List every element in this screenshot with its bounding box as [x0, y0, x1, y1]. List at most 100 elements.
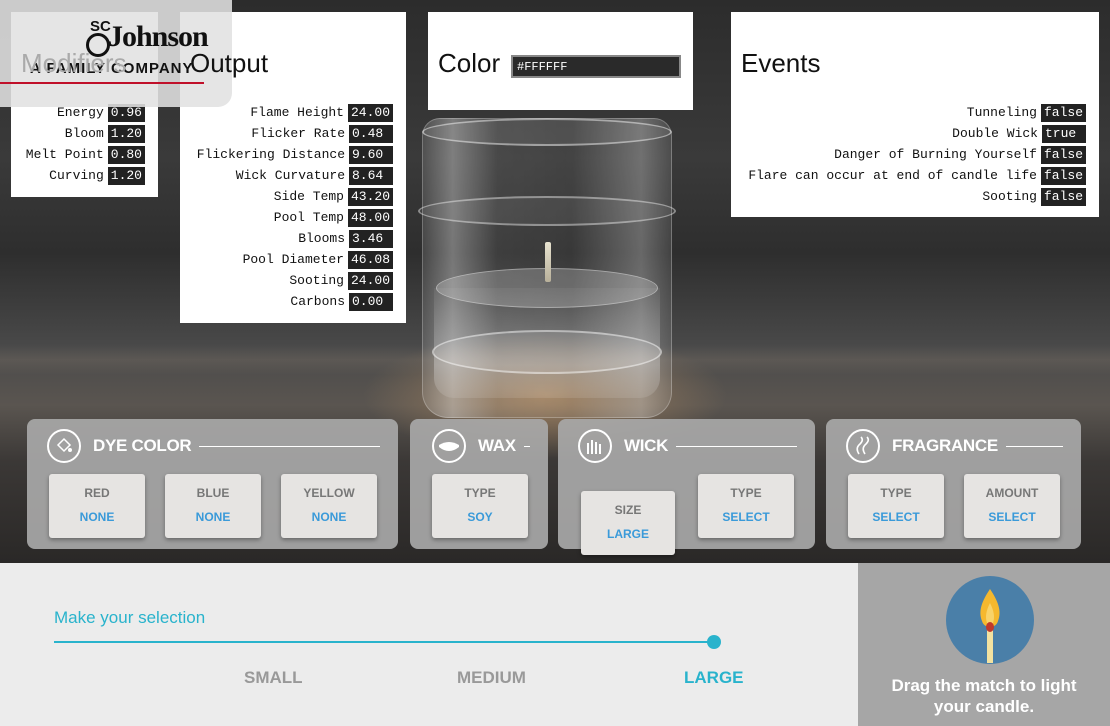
modifier-value: 0.80: [107, 145, 145, 164]
modifier-row: Curving 1.20: [26, 165, 145, 186]
modifier-label: Curving: [49, 168, 104, 183]
wax-card: WAX TYPE SOY: [410, 419, 548, 549]
card-header: DYE COLOR: [47, 429, 380, 463]
modifier-row: Bloom 1.20: [26, 123, 145, 144]
output-label: Pool Temp: [273, 210, 344, 225]
output-row: Flicker Rate 0.48: [197, 123, 393, 144]
output-value: 46.08: [347, 250, 393, 269]
card-divider: [523, 445, 530, 447]
size-option-small[interactable]: SMALL: [244, 668, 303, 688]
option-value: NONE: [79, 510, 115, 524]
card-divider: [199, 445, 380, 447]
candle-glass: [414, 118, 680, 418]
card-header: WAX: [432, 429, 530, 463]
modifier-label: Energy: [56, 105, 104, 120]
output-label: Side Temp: [273, 189, 344, 204]
event-row: Sooting false: [748, 186, 1086, 207]
dye-yellow-button[interactable]: YELLOW NONE: [281, 474, 377, 538]
output-label: Wick Curvature: [235, 168, 345, 183]
wick-type-button[interactable]: TYPE SELECT: [698, 474, 794, 538]
color-panel: Color: [428, 12, 693, 110]
card-divider: [676, 445, 797, 447]
card-title: FRAGRANCE: [892, 436, 998, 455]
output-label: Blooms: [298, 231, 345, 246]
output-row: Side Temp 43.20: [197, 186, 393, 207]
size-option-medium[interactable]: MEDIUM: [457, 668, 526, 688]
option-key: YELLOW: [303, 486, 355, 500]
option-key: TYPE: [730, 486, 762, 500]
dye-red-button[interactable]: RED NONE: [49, 474, 145, 538]
output-label: Carbons: [290, 294, 345, 309]
wick-icon: [578, 429, 612, 463]
event-row: Tunneling false: [748, 102, 1086, 123]
event-value: false: [1040, 103, 1086, 122]
output-value: 43.20: [347, 187, 393, 206]
output-value: 8.64: [349, 166, 393, 185]
event-row: Danger of Burning Yourself false: [748, 144, 1086, 165]
option-key: AMOUNT: [985, 486, 1039, 500]
option-key: TYPE: [464, 486, 496, 500]
option-key: RED: [84, 486, 110, 500]
color-hex-input[interactable]: [511, 55, 681, 78]
output-label: Flame Height: [250, 105, 344, 120]
option-key: BLUE: [196, 486, 230, 500]
event-label: Tunneling: [966, 105, 1037, 120]
output-value: 48.00: [347, 208, 393, 227]
dye-blue-button[interactable]: BLUE NONE: [165, 474, 261, 538]
event-label: Flare can occur at end of candle life: [748, 168, 1037, 183]
output-value: 3.46: [349, 229, 393, 248]
event-row: Flare can occur at end of candle life fal…: [748, 165, 1086, 186]
output-label: Sooting: [289, 273, 344, 288]
output-value: 24.00: [347, 103, 393, 122]
card-header: WICK: [578, 429, 797, 463]
output-value: 24.00: [347, 271, 393, 290]
output-row: Wick Curvature 8.64: [197, 165, 393, 186]
wax-type-button[interactable]: TYPE SOY: [432, 474, 528, 538]
output-row: Sooting 24.00: [197, 270, 393, 291]
fragrance-amount-button[interactable]: AMOUNT SELECT: [964, 474, 1060, 538]
option-value: NONE: [195, 510, 231, 524]
event-value: false: [1040, 187, 1086, 206]
match-flame-icon[interactable]: [978, 587, 1002, 635]
output-row: Pool Temp 48.00: [197, 207, 393, 228]
size-selector-panel: Make your selection SMALL MEDIUM LARGE: [0, 563, 858, 726]
modifier-label: Melt Point: [25, 147, 104, 162]
output-label: Pool Diameter: [242, 252, 344, 267]
color-title: Color: [438, 48, 501, 78]
output-row: Carbons 0.00: [197, 291, 393, 312]
size-slider-track[interactable]: [54, 641, 714, 643]
card-divider: [1005, 445, 1063, 447]
card-title: WAX: [478, 436, 516, 455]
modifier-value: 1.20: [107, 124, 145, 143]
size-slider-handle[interactable]: [707, 635, 721, 649]
size-option-large[interactable]: LARGE: [684, 668, 744, 688]
match-panel: Drag the match to light your candle.: [858, 563, 1110, 726]
output-row: Blooms 3.46: [197, 228, 393, 249]
output-value: 0.48: [349, 124, 393, 143]
event-value: true: [1042, 124, 1086, 143]
event-value: false: [1040, 166, 1086, 185]
card-title: WICK: [624, 436, 669, 455]
output-value: 0.00: [349, 292, 393, 311]
event-value: false: [1040, 145, 1086, 164]
fragrance-type-button[interactable]: TYPE SELECT: [848, 474, 944, 538]
card-header: FRAGRANCE: [846, 429, 1063, 463]
option-value: SOY: [467, 510, 493, 524]
option-value: NONE: [311, 510, 347, 524]
fragrance-card: FRAGRANCE TYPE SELECT AMOUNT SELECT: [826, 419, 1081, 549]
selection-prompt: Make your selection: [54, 608, 206, 627]
output-title: Output: [190, 48, 269, 78]
wick-size-button[interactable]: SIZE LARGE: [581, 491, 675, 555]
option-key: SIZE: [614, 503, 642, 517]
glass-rim: [422, 118, 672, 146]
output-label: Flickering Distance: [196, 147, 345, 162]
modifier-value: 1.20: [107, 166, 145, 185]
output-row: Flame Height 24.00: [197, 102, 393, 123]
events-title: Events: [741, 48, 821, 78]
modifier-row: Melt Point 0.80: [26, 144, 145, 165]
event-label: Double Wick: [952, 126, 1038, 141]
event-label: Sooting: [982, 189, 1037, 204]
card-title: DYE COLOR: [93, 436, 192, 455]
wax-bowl-icon: [432, 429, 466, 463]
match-instruction: Drag the match to light your candle.: [891, 676, 1077, 716]
